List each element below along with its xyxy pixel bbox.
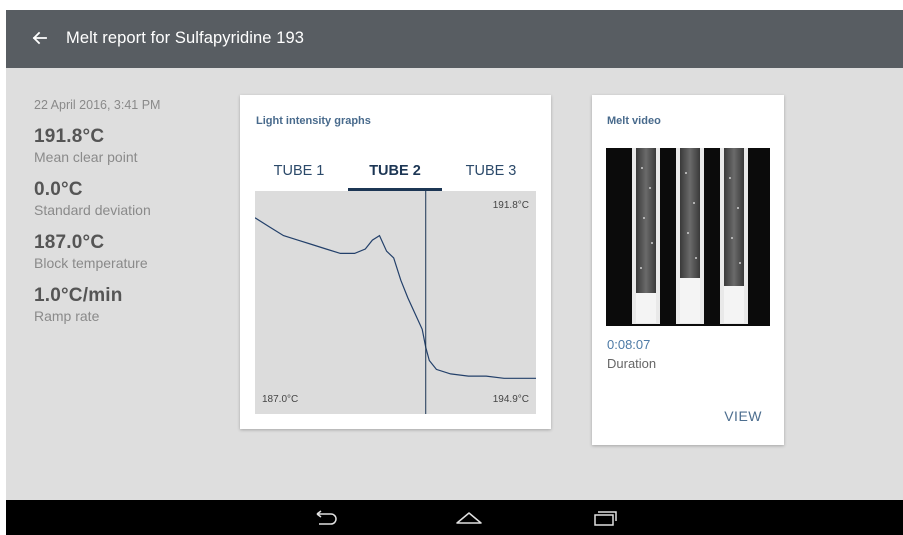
stat-label: Block temperature	[34, 255, 148, 271]
back-nav-icon[interactable]	[307, 506, 343, 530]
stat-label: Mean clear point	[34, 149, 138, 165]
light-intensity-title: Light intensity graphs	[256, 115, 371, 127]
page-title: Melt report for Sulfapyridine 193	[66, 29, 305, 47]
tab-tube-2[interactable]: TUBE 2	[348, 161, 442, 191]
view-video-button[interactable]: VIEW	[724, 408, 762, 424]
stat-label: Ramp rate	[34, 308, 100, 324]
stat-value: 0.0°C	[34, 179, 83, 200]
tab-tube-1[interactable]: TUBE 1	[252, 161, 346, 191]
stat-standard-deviation: 0.0°C Standard deviation	[34, 179, 224, 218]
stat-block-temperature: 187.0°C Block temperature	[34, 232, 224, 271]
stat-label: Standard deviation	[34, 202, 151, 218]
end-temp-label: 194.9°C	[492, 394, 529, 405]
stat-value: 191.8°C	[34, 126, 105, 147]
start-temp-label: 187.0°C	[262, 394, 299, 405]
app-bar: Melt report for Sulfapyridine 193	[6, 10, 903, 68]
melt-video-card: Melt video 0:08:07 Duration VIEW	[592, 95, 784, 445]
intensity-line	[255, 217, 536, 379]
recents-nav-icon[interactable]	[586, 506, 622, 530]
video-duration: 0:08:07	[607, 337, 651, 352]
stat-mean-clear-point: 191.8°C Mean clear point	[34, 126, 224, 165]
system-nav-bar	[6, 500, 903, 535]
stat-ramp-rate: 1.0°C/min Ramp rate	[34, 285, 224, 324]
back-arrow-icon[interactable]	[26, 24, 54, 52]
stat-value: 1.0°C/min	[34, 285, 123, 306]
melt-video-thumbnail[interactable]	[606, 148, 770, 326]
summary-panel: 22 April 2016, 3:41 PM 191.8°C Mean clea…	[34, 98, 224, 324]
graph-plot	[255, 191, 536, 414]
light-intensity-graph: 191.8°C 187.0°C 194.9°C	[255, 191, 536, 414]
report-date: 22 April 2016, 3:41 PM	[34, 98, 161, 112]
melt-video-title: Melt video	[607, 115, 661, 127]
stat-value: 187.0°C	[34, 232, 105, 253]
home-nav-icon[interactable]	[451, 506, 487, 530]
tab-tube-3[interactable]: TUBE 3	[444, 161, 538, 191]
tube-tabs: TUBE 1 TUBE 2 TUBE 3	[240, 161, 551, 191]
marker-temp-label: 191.8°C	[492, 200, 529, 211]
report-content: 22 April 2016, 3:41 PM 191.8°C Mean clea…	[6, 68, 903, 500]
light-intensity-card: Light intensity graphs TUBE 1 TUBE 2 TUB…	[240, 95, 551, 429]
video-duration-label: Duration	[607, 356, 657, 371]
app-window: Melt report for Sulfapyridine 193 22 Apr…	[6, 10, 903, 535]
